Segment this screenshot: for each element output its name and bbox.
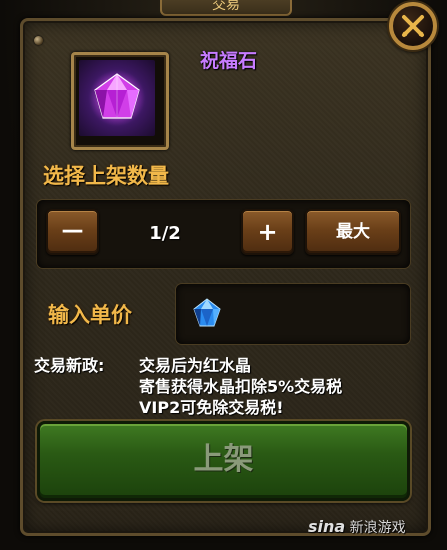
purple-gem-icon [89,70,145,126]
max-button-label: 最大 [336,222,370,242]
minus-icon: — [61,218,84,243]
quantity-label: 选择上架数量 [43,164,169,188]
notice-line: 交易后为红水晶 [139,356,252,375]
watermark-text: 新浪游戏 [349,520,406,536]
notice-prefix: 交易新政: [34,356,105,375]
dialog-title-tab: 交易 [160,0,292,16]
notice-line: 寄售获得水晶扣除5%交易税 [139,377,343,396]
sina-logo: sina [308,517,346,536]
item-name: 祝福石 [200,50,258,72]
price-input[interactable] [176,284,410,344]
plus-icon: + [257,218,278,246]
increment-button[interactable]: + [241,209,294,255]
item-slot [71,52,169,150]
close-icon [402,15,424,37]
rivet-decoration [34,36,43,45]
dialog-title: 交易 [212,0,240,13]
price-label: 输入单价 [48,303,132,327]
list-button-label: 上架 [193,442,254,477]
max-button[interactable]: 最大 [305,209,401,255]
decrement-button[interactable]: — [46,209,99,255]
watermark: sina 新浪游戏 [308,517,406,537]
list-item-button[interactable]: 上架 [37,421,410,501]
quantity-value: 1/2 [149,223,181,244]
notice-line: VIP2可免除交易税! [139,398,284,417]
close-button[interactable] [389,2,437,50]
blue-crystal-icon [193,298,221,327]
